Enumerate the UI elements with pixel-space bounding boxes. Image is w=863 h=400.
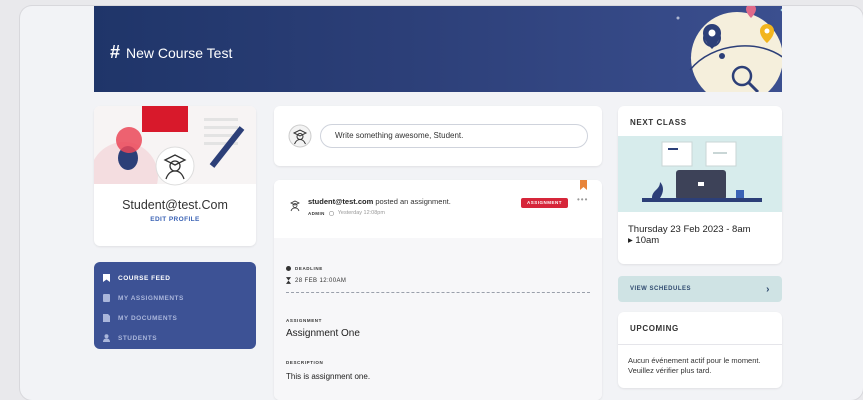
nav-item-course-feed[interactable]: COURSE FEED (94, 268, 256, 288)
description-text: This is assignment one. (286, 372, 371, 381)
post-action: posted an assignment. (375, 197, 451, 206)
student-avatar-icon (288, 124, 312, 148)
course-title-text: New Course Test (126, 44, 233, 61)
hourglass-icon (286, 277, 291, 284)
document-icon (103, 314, 110, 322)
avatar-icon (155, 146, 195, 186)
app-window: # New Course Test Student@test.Com EDIT … (20, 6, 863, 400)
next-class-heading: NEXT CLASS (630, 118, 687, 127)
deadline-value: 28 FEB 12:00AM (295, 277, 347, 284)
nav-item-my-documents[interactable]: MY DOCUMENTS (94, 308, 256, 328)
assignment-label: ASSIGNMENT (286, 318, 323, 323)
post-title: student@test.com posted an assignment. (308, 197, 451, 206)
view-schedules-button[interactable]: VIEW SCHEDULES › (618, 276, 782, 302)
info-icon (286, 266, 291, 271)
upcoming-empty-text: Aucun événement actif pour le moment. Ve… (628, 356, 761, 375)
bookmark-icon (103, 274, 110, 282)
divider (286, 292, 590, 293)
deadline-value-row: 28 FEB 12:00AM (286, 277, 346, 284)
nav-item-my-assignments[interactable]: MY ASSIGNMENTS (94, 288, 256, 308)
post-header: student@test.com posted an assignment. A… (274, 180, 602, 238)
author-role: ADMIN (308, 210, 325, 216)
post-time: Yesterday 12:08pm (337, 210, 385, 216)
globe-illustration-icon (676, 6, 782, 92)
next-class-time-line: ▸ 10am (628, 235, 660, 246)
assignment-badge: ASSIGNMENT (521, 198, 569, 208)
view-schedules-label: VIEW SCHEDULES (630, 286, 692, 292)
more-options-icon[interactable]: ••• (577, 195, 588, 204)
hash-icon: # (110, 42, 121, 62)
deadline-label-row: DEADLINE (286, 266, 323, 271)
author-avatar-icon (290, 200, 300, 212)
post-meta: ADMIN Yesterday 12:08pm (308, 210, 385, 216)
next-class-card: NEXT CLASS Thursday 23 Feb 2023 - 8am ▸ … (618, 106, 782, 264)
assignment-post: student@test.com posted an assignment. A… (274, 180, 602, 400)
post-input[interactable]: Write something awesome, Student. (320, 124, 588, 148)
course-nav: COURSE FEED MY ASSIGNMENTS MY DOCUMENTS … (94, 262, 256, 349)
classroom-illustration (618, 136, 782, 212)
assignment-icon (103, 294, 110, 302)
nav-item-label: STUDENTS (118, 334, 158, 342)
nav-item-label: COURSE FEED (118, 274, 171, 282)
profile-name: Student@test.Com (122, 198, 228, 212)
chevron-right-icon: › (766, 283, 770, 295)
post-composer: Write something awesome, Student. (274, 106, 602, 166)
upcoming-card: UPCOMING Aucun événement actif pour le m… (618, 312, 782, 388)
bookmark-icon[interactable] (580, 180, 587, 190)
course-title: # New Course Test (110, 42, 232, 63)
assignment-name: Assignment One (286, 328, 360, 339)
post-author[interactable]: student@test.com (308, 197, 373, 206)
profile-card: Student@test.Com EDIT PROFILE (94, 106, 256, 246)
course-banner: # New Course Test (94, 6, 782, 92)
nav-item-label: MY ASSIGNMENTS (118, 294, 184, 302)
next-class-date-line: Thursday 23 Feb 2023 - 8am (628, 224, 751, 235)
click-indicator (116, 127, 142, 153)
divider (618, 344, 782, 345)
upcoming-heading: UPCOMING (630, 324, 679, 333)
nav-item-students[interactable]: STUDENTS (94, 328, 256, 348)
clock-icon (328, 210, 334, 216)
next-class-date: Thursday 23 Feb 2023 - 8am ▸ 10am (628, 224, 778, 246)
nav-item-label: MY DOCUMENTS (118, 314, 178, 322)
edit-profile-link[interactable]: EDIT PROFILE (94, 216, 256, 223)
description-label: DESCRIPTION (286, 360, 324, 365)
user-icon (103, 334, 110, 342)
deadline-label: DEADLINE (295, 266, 323, 271)
